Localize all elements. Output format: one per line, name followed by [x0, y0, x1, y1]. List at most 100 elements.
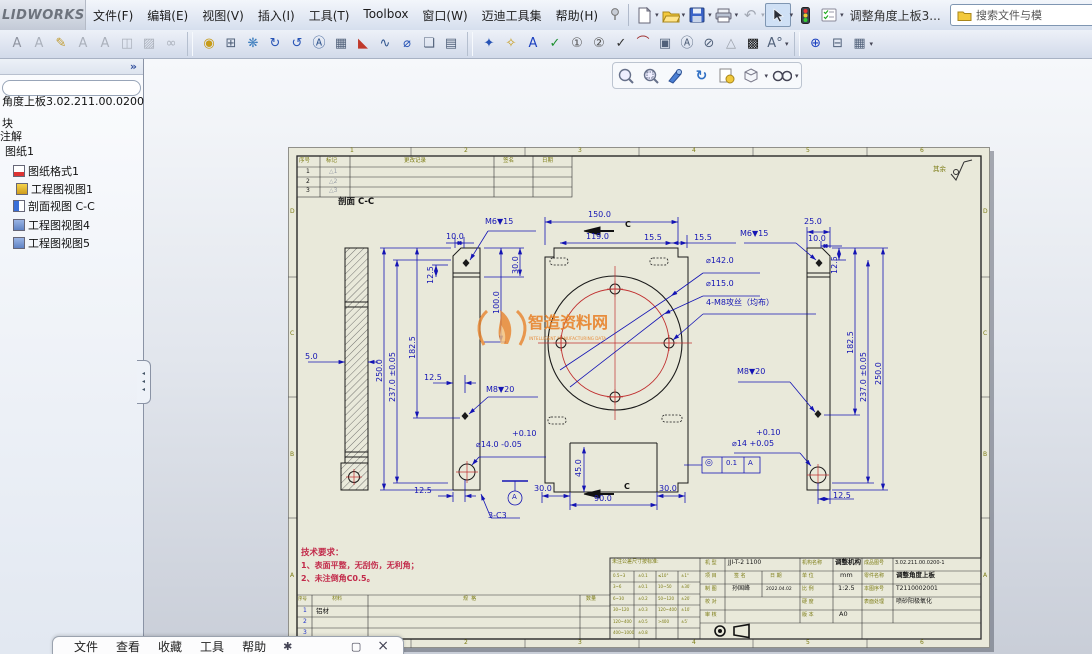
smart-dimension-icon[interactable]: Ⓐ	[308, 33, 330, 55]
align-grid-icon[interactable]: ⊟	[827, 33, 849, 55]
solidworks-logo: LIDWORKS	[0, 0, 86, 30]
display-style-caret[interactable]: ▾	[795, 72, 799, 80]
favorites-star-icon[interactable]: ✱	[275, 640, 300, 653]
select-arrow-button[interactable]	[765, 3, 791, 27]
origin-icon[interactable]: ⊕	[805, 33, 827, 55]
view-heads-up-toolbar: ↻ ▾ ▾	[612, 62, 802, 89]
menu-item-8[interactable]: 迈迪工具集	[475, 7, 549, 24]
find-icon[interactable]: ①	[566, 33, 588, 55]
background-menu-1[interactable]: 文件	[65, 638, 107, 654]
save-button[interactable]	[685, 4, 709, 26]
background-menu-5[interactable]: 帮助	[233, 638, 275, 654]
zoom-fit-icon[interactable]	[615, 66, 637, 86]
tree-item-9[interactable]: 工程图视图5	[13, 235, 90, 251]
toolbar-separator	[467, 32, 473, 56]
options-button[interactable]	[817, 4, 841, 26]
background-menu-4[interactable]: 工具	[191, 638, 233, 654]
pin-icon[interactable]	[609, 6, 621, 25]
new-document-button[interactable]	[632, 4, 656, 26]
zoom-selection-icon[interactable]	[665, 66, 687, 86]
spell-check-icon[interactable]: ✓	[544, 33, 566, 55]
background-menu-3[interactable]: 收藏	[149, 638, 191, 654]
tree-item-3[interactable]: 注解	[0, 128, 22, 144]
view-palette-icon[interactable]: ❏	[418, 33, 440, 55]
lock-note-icon[interactable]: ◫	[116, 33, 138, 55]
tree-item-4[interactable]: 图纸1	[5, 143, 34, 159]
block-note-icon[interactable]: A	[94, 33, 116, 55]
spline-note-icon[interactable]: ∿	[374, 33, 396, 55]
tree-item-label: 注解	[0, 128, 22, 144]
tree-item-8[interactable]: 工程图视图4	[13, 217, 90, 233]
menu-bar: LIDWORKS 文件(F)编辑(E)视图(V)插入(I)工具(T)Toolbo…	[0, 0, 1092, 31]
drawing-view2-icon	[13, 237, 25, 249]
caption-icon[interactable]: Ⓐ	[676, 33, 698, 55]
menu-item-2[interactable]: 编辑(E)	[140, 7, 195, 24]
restore-window-icon[interactable]: ▢	[343, 640, 369, 653]
print-button[interactable]	[712, 4, 736, 26]
format-painter-icon[interactable]: ✎	[50, 33, 72, 55]
no-entity-icon[interactable]: ⊘	[698, 33, 720, 55]
tree-item-5[interactable]: 图纸格式1	[13, 163, 79, 179]
balloon-note-icon[interactable]: A	[28, 33, 50, 55]
alert-icon[interactable]: △	[720, 33, 742, 55]
redraw-icon[interactable]	[715, 66, 737, 86]
options-dropdown-caret[interactable]: ▾	[840, 11, 844, 19]
fill-hatch-icon[interactable]: ▩	[742, 33, 764, 55]
stacked-balloon-icon[interactable]: ⊞	[220, 33, 242, 55]
table-icon-caret[interactable]: ▾	[870, 40, 874, 48]
text-angle-icon[interactable]: A°	[764, 33, 786, 55]
feature-manager-panel: » 角度上板3.02.211.00.0200块注解图纸1图纸格式1工程图视图1剖…	[0, 58, 144, 654]
tree-item-label: 工程图视图1	[31, 181, 93, 197]
rotate-icon[interactable]: ↻	[264, 33, 286, 55]
display-style-icon[interactable]	[771, 66, 793, 86]
open-button[interactable]	[659, 4, 683, 26]
paint-splash-icon[interactable]: ❋	[242, 33, 264, 55]
projection-symbol-icon	[715, 625, 749, 638]
performance-traffic-light-icon[interactable]	[793, 4, 817, 26]
panel-expand-button[interactable]: »	[130, 61, 137, 72]
format-sketch-icon[interactable]: ✦	[478, 33, 500, 55]
document-title: 调整角度上板3...	[850, 7, 941, 24]
cell-format-icon[interactable]: ▣	[654, 33, 676, 55]
arc-note-icon[interactable]: ⌒	[632, 33, 654, 55]
tree-item-7[interactable]: 剖面视图 C-C	[13, 198, 95, 214]
replace-icon[interactable]: ②	[588, 33, 610, 55]
tree-item-1[interactable]: 角度上板3.02.211.00.0200	[2, 93, 144, 109]
rotate-view-icon[interactable]: ↻	[690, 66, 712, 86]
link-note-icon[interactable]: ∞	[160, 33, 182, 55]
area-hatch-icon[interactable]: ▨	[138, 33, 160, 55]
datum-note-icon[interactable]: A	[72, 33, 94, 55]
note-icon[interactable]: A	[6, 33, 28, 55]
tree-item-6[interactable]: 工程图视图1	[16, 181, 93, 197]
menu-item-9[interactable]: 帮助(H)	[549, 7, 605, 24]
close-window-icon[interactable]: ×	[369, 638, 397, 654]
layout-table-icon[interactable]: ▤	[440, 33, 462, 55]
verify-icon[interactable]: ✓	[610, 33, 632, 55]
search-box[interactable]: 搜索文件与模	[950, 4, 1092, 26]
text-angle-icon-caret[interactable]: ▾	[785, 40, 789, 48]
table-icon[interactable]: ▦	[849, 33, 871, 55]
view-orientation-icon[interactable]	[740, 66, 762, 86]
menu-item-7[interactable]: 窗口(W)	[415, 7, 474, 24]
menu-item-6[interactable]: Toolbox	[356, 7, 415, 24]
background-menu-2[interactable]: 查看	[107, 638, 149, 654]
menu-item-1[interactable]: 文件(F)	[86, 7, 140, 24]
step-rotate-icon[interactable]: ↺	[286, 33, 308, 55]
tree-item-label: 图纸格式1	[28, 163, 79, 179]
drawing-view-icon	[16, 183, 28, 195]
undo-button[interactable]: ↶	[738, 4, 762, 26]
menu-item-4[interactable]: 插入(I)	[251, 7, 302, 24]
font-icon[interactable]: A	[522, 33, 544, 55]
menu-item-5[interactable]: 工具(T)	[302, 7, 357, 24]
style-icon[interactable]: ✧	[500, 33, 522, 55]
balloon-icon[interactable]: ◉	[198, 33, 220, 55]
model-items-icon[interactable]: ▦	[330, 33, 352, 55]
zoom-area-icon[interactable]	[640, 66, 662, 86]
drawing-sheet[interactable]: 123456123456DCBADCBA序号标记更改记录签名日期123△1△2△…	[288, 147, 990, 648]
hole-callout-icon[interactable]: ⌀	[396, 33, 418, 55]
toolbar-separator	[794, 32, 800, 56]
menu-item-3[interactable]: 视图(V)	[195, 7, 251, 24]
red-flag-icon[interactable]: ◣	[352, 33, 374, 55]
view-orientation-caret[interactable]: ▾	[764, 72, 768, 80]
panel-splitter-handle[interactable]: ◂◂◂	[137, 360, 151, 404]
